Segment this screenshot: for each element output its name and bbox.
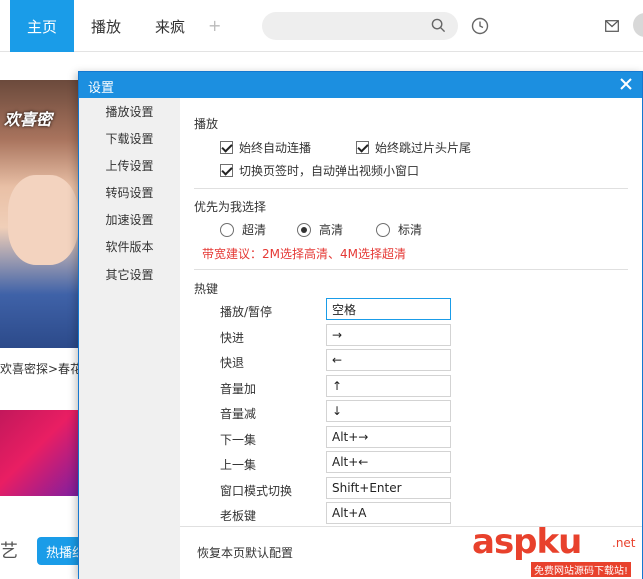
sidebar-item-transcode-settings[interactable]: 转码设置	[79, 179, 180, 206]
checkbox-label: 切换页签时，自动弹出视频小窗口	[239, 164, 420, 178]
sidebar-item-download-settings[interactable]: 下载设置	[79, 125, 180, 152]
top-navigation-bar: 主页 播放 来疯 +	[0, 0, 643, 52]
dialog-titlebar[interactable]: 设置	[79, 72, 642, 98]
checkbox-checked-icon[interactable]	[356, 141, 369, 154]
watermark-subtitle: 免费网站源码下载站!	[531, 562, 632, 577]
radio-icon[interactable]	[220, 222, 234, 237]
hotkey-label-window-mode: 窗口模式切换	[220, 484, 293, 498]
mail-icon[interactable]	[605, 20, 619, 32]
radio-super-hd[interactable]: 超清	[220, 221, 266, 238]
checkbox-skip-intro-outro[interactable]: 始终跳过片头片尾	[356, 139, 471, 156]
radio-sd[interactable]: 标清	[376, 221, 422, 238]
checkbox-checked-icon[interactable]	[220, 164, 233, 177]
radio-hd[interactable]: 高清	[297, 221, 343, 238]
radio-label: 超清	[242, 223, 267, 237]
poster-caption-link[interactable]: 欢喜密探>春花	[0, 360, 82, 377]
divider	[194, 188, 628, 189]
search-input[interactable]	[262, 12, 458, 40]
add-tab-button[interactable]: +	[208, 16, 221, 35]
tab-play[interactable]: 播放	[91, 0, 121, 52]
radio-label: 高清	[319, 223, 344, 237]
hotkey-label-play-pause: 播放/暂停	[220, 305, 273, 319]
bandwidth-tip: 带宽建议：2M选择高清、4M选择超清	[202, 247, 406, 261]
sidebar-item-acceleration-settings[interactable]: 加速设置	[79, 206, 180, 233]
radio-selected-icon[interactable]	[297, 222, 311, 237]
tab-laifeng[interactable]: 来疯	[155, 0, 185, 52]
checkbox-popup-mini-window[interactable]: 切换页签时，自动弹出视频小窗口	[220, 162, 419, 179]
hotkey-label-volume-up: 音量加	[220, 382, 257, 396]
hotkey-input-rewind[interactable]: ←	[326, 349, 451, 371]
hotkey-label-prev-episode: 上一集	[220, 458, 257, 472]
hotkey-label-fast-forward: 快进	[220, 331, 245, 345]
checkbox-label: 始终跳过片头片尾	[375, 141, 472, 155]
hotkey-input-next-episode[interactable]: Alt+→	[326, 426, 451, 448]
radio-icon[interactable]	[376, 222, 390, 237]
hotkey-input-prev-episode[interactable]: Alt+←	[326, 451, 451, 473]
hotkey-input-boss-key[interactable]: Alt+A	[326, 502, 451, 524]
checkbox-checked-icon[interactable]	[220, 141, 233, 154]
watermark-logo: aspku .net 免费网站源码下载站!	[472, 522, 643, 579]
watermark-brand: aspku	[472, 522, 582, 562]
promo-banner-image[interactable]	[0, 410, 80, 496]
sidebar-item-software-version[interactable]: 软件版本	[79, 233, 180, 260]
sidebar-item-play-settings[interactable]: 播放设置	[79, 98, 180, 125]
settings-content: 播放 始终自动连播 始终跳过片头片尾 切换页签时，自动弹出视频小窗口 优先为我选…	[180, 98, 642, 526]
restore-defaults-link[interactable]: 恢复本页默认配置	[197, 544, 293, 561]
hotkey-label-next-episode: 下一集	[220, 433, 257, 447]
sidebar-item-upload-settings[interactable]: 上传设置	[79, 152, 180, 179]
poster-title: 欢喜密	[4, 110, 53, 129]
search-icon[interactable]	[431, 18, 446, 33]
settings-sidebar: 播放设置 下载设置 上传设置 转码设置 加速设置 软件版本 其它设置	[79, 98, 180, 579]
tab-home[interactable]: 主页	[10, 0, 74, 52]
hotkey-label-rewind: 快退	[220, 356, 245, 370]
sidebar-item-other-settings[interactable]: 其它设置	[79, 261, 180, 288]
section-title-play: 播放	[194, 117, 219, 131]
hotkey-input-window-mode[interactable]: Shift+Enter	[326, 477, 451, 499]
avatar[interactable]	[633, 13, 643, 37]
history-clock-icon[interactable]	[471, 17, 489, 35]
section-title-quality: 优先为我选择	[194, 200, 267, 214]
hotkey-input-play-pause[interactable]: 空格	[326, 298, 451, 320]
checkbox-auto-continue[interactable]: 始终自动连播	[220, 139, 311, 156]
poster-figure	[8, 175, 78, 265]
settings-dialog: 设置 播放设置 下载设置 上传设置 转码设置 加速设置 软件版本 其它设置 播放…	[78, 71, 643, 579]
hotkey-input-fast-forward[interactable]: →	[326, 324, 451, 346]
dialog-title: 设置	[88, 81, 115, 96]
hotkey-input-volume-down[interactable]: ↓	[326, 400, 451, 422]
hotkey-input-volume-up[interactable]: ↑	[326, 375, 451, 397]
checkbox-label: 始终自动连播	[239, 141, 312, 155]
hotkey-label-boss-key: 老板键	[220, 509, 257, 523]
hotkey-label-volume-down: 音量减	[220, 407, 257, 421]
close-icon[interactable]	[619, 77, 633, 91]
section-title-hotkeys: 热键	[194, 282, 219, 296]
drama-poster-image[interactable]: 欢喜密	[0, 80, 80, 348]
section-heading-fragment: 艺	[0, 541, 18, 562]
radio-label: 标清	[398, 223, 423, 237]
watermark-net: .net	[612, 536, 636, 550]
divider	[194, 269, 628, 270]
